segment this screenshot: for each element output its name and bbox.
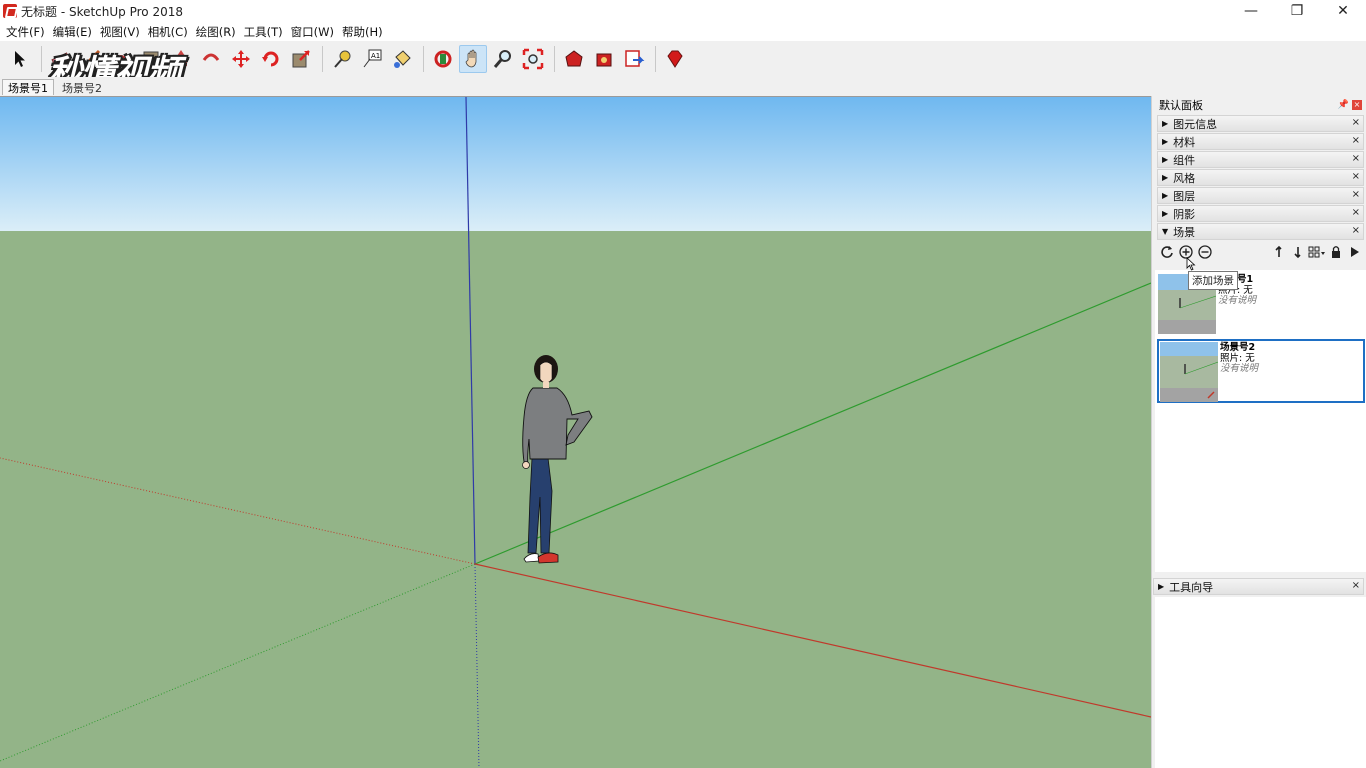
mouse-cursor-icon: [1186, 257, 1196, 274]
close-icon[interactable]: ×: [1352, 117, 1360, 128]
paint-bucket-tool-icon[interactable]: [388, 45, 416, 73]
menu-bar: 文件(F) 编辑(E) 视图(V) 相机(C) 绘图(R) 工具(T) 窗口(W…: [0, 22, 1366, 41]
collapse-arrow-icon: ▼: [1162, 227, 1169, 236]
expand-arrow-icon: ▶: [1162, 173, 1169, 182]
rotate-tool-icon[interactable]: [257, 45, 285, 73]
close-icon[interactable]: ×: [1352, 189, 1360, 200]
expand-arrow-icon: ▶: [1158, 582, 1165, 591]
panel-materials[interactable]: ▶ 材料 ×: [1157, 133, 1364, 150]
menu-draw[interactable]: 绘图(R): [192, 24, 240, 40]
menu-window[interactable]: 窗口(W): [287, 24, 338, 40]
scene-tab-bar: 场景号1 场景号2: [0, 77, 1366, 95]
scene-tab-2[interactable]: 场景号2: [56, 79, 108, 95]
panel-shadows[interactable]: ▶ 阴影 ×: [1157, 205, 1364, 222]
scene-description: 没有说明: [1220, 363, 1259, 374]
details-toggle-icon[interactable]: [1345, 242, 1364, 261]
close-icon[interactable]: ×: [1352, 580, 1360, 591]
scene-item-2[interactable]: 场景号2 照片: 无 没有说明: [1157, 339, 1365, 403]
zoom-tool-icon[interactable]: [489, 45, 517, 73]
expand-arrow-icon: ▶: [1162, 119, 1169, 128]
move-tool-icon[interactable]: [227, 45, 255, 73]
pan-tool-icon[interactable]: [459, 45, 487, 73]
svg-text:A1: A1: [371, 52, 380, 60]
scene-info: 场景号2 照片: 无 没有说明: [1220, 342, 1259, 375]
scene-description: 没有说明: [1218, 295, 1257, 306]
orbit-tool-icon[interactable]: [429, 45, 457, 73]
sketchup-app-icon: [3, 4, 17, 18]
toolbar-separator: [322, 46, 323, 72]
panel-components[interactable]: ▶ 组件 ×: [1157, 151, 1364, 168]
close-icon[interactable]: ×: [1352, 153, 1360, 164]
text-tool-icon[interactable]: A1: [358, 45, 386, 73]
sky: [0, 97, 1151, 231]
toolbar-separator: [41, 46, 42, 72]
panel-label: 组件: [1173, 153, 1196, 167]
menu-tools[interactable]: 工具(T): [240, 24, 287, 40]
close-icon[interactable]: ×: [1352, 225, 1360, 236]
minimize-button[interactable]: —: [1228, 0, 1274, 22]
panel-label: 工具向导: [1169, 580, 1214, 594]
menu-edit[interactable]: 编辑(E): [49, 24, 96, 40]
tray-header: 默认面板 📌 ×: [1152, 96, 1366, 114]
tape-measure-tool-icon[interactable]: [328, 45, 356, 73]
scene-name: 场景号2: [1220, 342, 1256, 353]
scale-tool-icon[interactable]: [287, 45, 315, 73]
panel-label: 风格: [1173, 171, 1196, 185]
tray-title: 默认面板: [1159, 99, 1203, 112]
menu-camera[interactable]: 相机(C): [144, 24, 192, 40]
ground-plane: [0, 231, 1151, 768]
send-to-layout-icon[interactable]: [620, 45, 648, 73]
window-title: 无标题 - SketchUp Pro 2018: [21, 4, 183, 19]
warehouse-tool-icon[interactable]: [560, 45, 588, 73]
move-scene-up-icon[interactable]: [1269, 242, 1288, 261]
panel-instructor[interactable]: ▶ 工具向导 ×: [1153, 578, 1364, 595]
instructor-content: [1155, 597, 1366, 768]
panel-label: 图层: [1173, 189, 1196, 203]
menu-view[interactable]: 视图(V): [96, 24, 144, 40]
extension-warehouse-icon[interactable]: [590, 45, 618, 73]
close-icon[interactable]: ×: [1352, 135, 1360, 146]
zoom-extents-tool-icon[interactable]: [519, 45, 547, 73]
ruby-console-icon[interactable]: [661, 45, 689, 73]
title-bar: 无标题 - SketchUp Pro 2018 — ❐ ✕: [0, 0, 1366, 22]
view-options-icon[interactable]: [1307, 242, 1326, 261]
expand-arrow-icon: ▶: [1162, 155, 1169, 164]
panel-label: 材料: [1173, 135, 1196, 149]
panel-scenes[interactable]: ▼ 场景 ×: [1157, 223, 1364, 240]
scene-tab-1[interactable]: 场景号1: [2, 79, 54, 95]
panel-layers[interactable]: ▶ 图层 ×: [1157, 187, 1364, 204]
close-button[interactable]: ✕: [1320, 0, 1366, 22]
scene-thumbnail: [1160, 342, 1218, 402]
remove-scene-icon[interactable]: [1195, 243, 1214, 262]
panel-label: 阴影: [1173, 207, 1196, 221]
expand-arrow-icon: ▶: [1162, 209, 1169, 218]
pin-icon[interactable]: 📌: [1338, 100, 1349, 110]
select-tool-icon[interactable]: [6, 45, 34, 73]
close-icon[interactable]: ×: [1352, 207, 1360, 218]
panel-styles[interactable]: ▶ 风格 ×: [1157, 169, 1364, 186]
expand-arrow-icon: ▶: [1162, 137, 1169, 146]
panel-label: 图元信息: [1173, 117, 1218, 131]
toolbar-separator: [423, 46, 424, 72]
toolbar-separator: [554, 46, 555, 72]
close-icon[interactable]: ×: [1352, 171, 1360, 182]
refresh-scene-icon[interactable]: [1157, 243, 1176, 262]
panel-entity-info[interactable]: ▶ 图元信息 ×: [1157, 115, 1364, 132]
main-toolbar: A1: [0, 41, 1366, 77]
offset-tool-icon[interactable]: [197, 45, 225, 73]
menu-file[interactable]: 文件(F): [2, 24, 49, 40]
close-icon[interactable]: ×: [1352, 100, 1362, 110]
drawing-viewport[interactable]: [0, 96, 1151, 768]
panel-label: 场景: [1173, 225, 1196, 239]
scene-list: 场景号1 照片: 无 没有说明 场景号2 照片: 无 没有说明: [1155, 270, 1366, 572]
move-scene-down-icon[interactable]: [1288, 242, 1307, 261]
menu-help[interactable]: 帮助(H): [338, 24, 387, 40]
toolbar-separator: [655, 46, 656, 72]
scene-lock-icon[interactable]: [1326, 242, 1345, 261]
expand-arrow-icon: ▶: [1162, 191, 1169, 200]
maximize-button[interactable]: ❐: [1274, 0, 1320, 22]
